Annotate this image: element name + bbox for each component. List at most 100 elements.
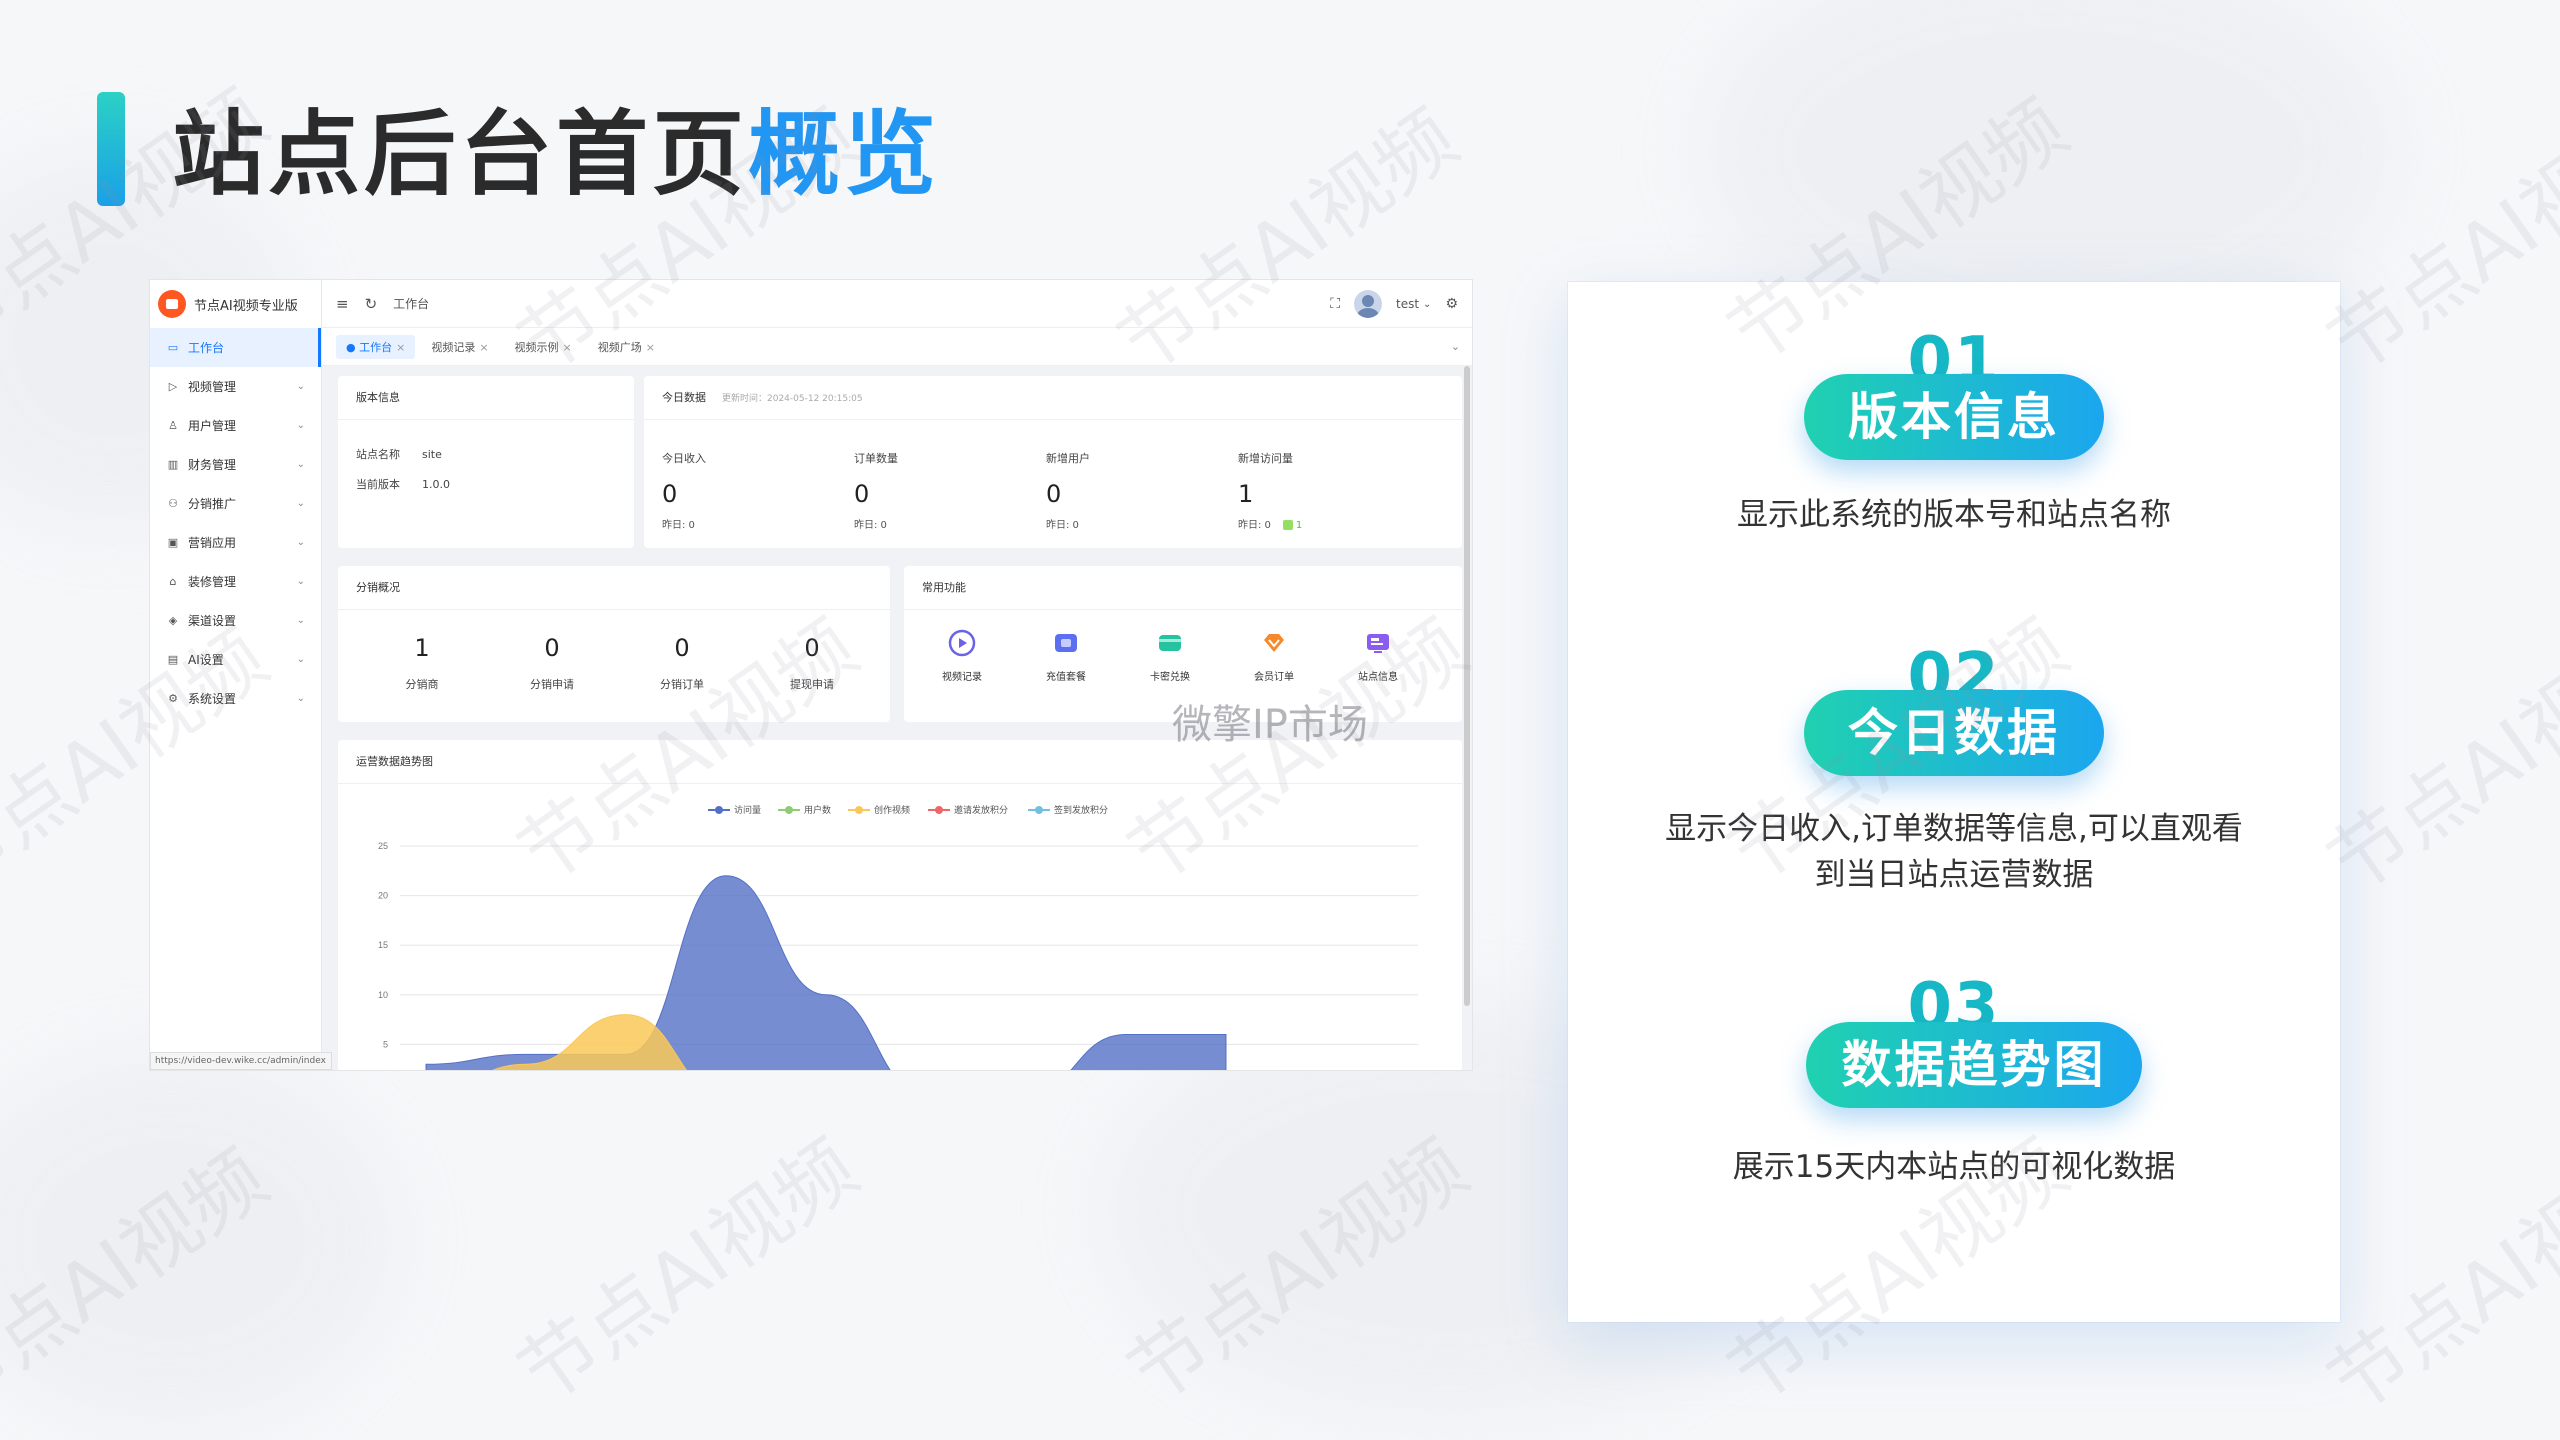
- dist-item[interactable]: 0 分销订单: [622, 634, 742, 692]
- sidebar-item-label: 财务管理: [188, 458, 237, 472]
- tab-video-examples[interactable]: 视频示例 ×: [505, 335, 582, 359]
- brand[interactable]: 节点AI视频专业版: [150, 280, 321, 328]
- sidebar-item-channel[interactable]: ◈ 渠道设置 ⌄: [150, 601, 321, 640]
- svg-text:邀请发放积分: 邀请发放积分: [954, 804, 1008, 815]
- fullscreen-icon[interactable]: ⛶: [1330, 296, 1340, 312]
- update-time: 更新时间：2024-05-12 20:15:05: [722, 394, 863, 404]
- close-icon[interactable]: ×: [479, 341, 488, 354]
- dist-item[interactable]: 0 分销申请: [492, 634, 612, 692]
- version-label: 当前版本: [356, 478, 400, 491]
- tab-workbench[interactable]: ● 工作台 ×: [336, 334, 416, 359]
- func-site-info[interactable]: 站点信息: [1338, 628, 1418, 683]
- sidebar-item-system[interactable]: ⚙ 系统设置 ⌄: [150, 679, 321, 718]
- video-icon: ▷: [168, 380, 178, 393]
- legend-item[interactable]: 签到发放积分: [1028, 804, 1108, 815]
- menu-toggle-icon[interactable]: ≡: [336, 295, 349, 313]
- center-watermark: 微擎IP市场: [1172, 702, 1368, 748]
- sidebar-item-label: 渠道设置: [188, 614, 237, 628]
- stat-value: 0: [662, 480, 678, 508]
- dist-label: 分销订单: [660, 678, 704, 691]
- func-recharge-package[interactable]: 充值套餐: [1026, 628, 1106, 683]
- close-icon[interactable]: ×: [646, 341, 655, 354]
- common-functions-title: 常用功能: [904, 566, 1462, 610]
- svg-text:签到发放积分: 签到发放积分: [1054, 804, 1108, 815]
- dist-value: 0: [544, 634, 560, 662]
- sidebar-item-finance[interactable]: ▥ 财务管理 ⌄: [150, 445, 321, 484]
- sidebar-item-label: 用户管理: [188, 419, 237, 433]
- func-label: 站点信息: [1358, 672, 1398, 683]
- stat-yesterday: 昨日: 0: [1046, 520, 1079, 531]
- dist-value: 0: [674, 634, 690, 662]
- sidebar-item-distribution[interactable]: ⚇ 分销推广 ⌄: [150, 484, 321, 523]
- page-title-main: 站点后台首页: [172, 101, 749, 208]
- func-member-orders[interactable]: 会员订单: [1234, 628, 1314, 683]
- user-name[interactable]: test: [1396, 297, 1419, 311]
- func-label: 充值套餐: [1046, 672, 1086, 683]
- scrollbar[interactable]: [1464, 366, 1470, 1006]
- legend-item[interactable]: 用户数: [778, 804, 831, 815]
- y-tick-label: 5: [383, 1039, 388, 1049]
- legend-item[interactable]: 访问量: [708, 804, 761, 815]
- tabs-dropdown-icon[interactable]: ⌄: [1451, 340, 1460, 353]
- settings-icon[interactable]: ⚙: [1445, 296, 1458, 312]
- chevron-down-icon: ⌄: [296, 420, 305, 431]
- play-icon: [947, 628, 977, 658]
- stat-value: 1: [1238, 480, 1254, 508]
- chevron-down-icon: ⌄: [296, 498, 305, 509]
- feature-title-pill: 数据趋势图: [1806, 1022, 2142, 1108]
- sidebar-item-video[interactable]: ▷ 视频管理 ⌄: [150, 367, 321, 406]
- distribution-title: 分销概况: [338, 566, 890, 610]
- today-title: 今日数据: [662, 391, 706, 404]
- sidebar-item-decoration[interactable]: ⌂ 装修管理 ⌄: [150, 562, 321, 601]
- chevron-down-icon[interactable]: ⌄: [1423, 299, 1431, 310]
- dist-value: 1: [414, 634, 430, 662]
- ai-icon: ▤: [167, 653, 179, 666]
- admin-screenshot: 节点AI视频专业版 ▭ 工作台 ▷ 视频管理 ⌄ ♙ 用户管理 ⌄ ▥ 财务管理…: [150, 280, 1472, 1070]
- trend-chart-card: 运营数据趋势图 25 20 15 10 5 访问量 用户数 创作视频 邀请发放积分 签到发放积分: [338, 740, 1462, 1070]
- page-title: 站点后台首页概览: [172, 80, 940, 213]
- sidebar-item-user[interactable]: ♙ 用户管理 ⌄: [150, 406, 321, 445]
- sidebar-item-label: 营销应用: [188, 536, 237, 550]
- feature-title-pill: 版本信息: [1804, 374, 2104, 460]
- channel-icon: ◈: [168, 614, 178, 627]
- tab-label: 视频记录: [431, 340, 476, 354]
- y-tick-label: 15: [378, 940, 388, 950]
- y-tick-label: 25: [378, 841, 388, 851]
- func-card-redeem[interactable]: 卡密兑换: [1130, 628, 1210, 683]
- brand-name: 节点AI视频专业版: [194, 298, 298, 314]
- stat-label: 今日收入: [662, 452, 706, 465]
- feature-panel: 01 版本信息 显示此系统的版本号和站点名称 02 今日数据 显示今日收入,订单…: [1568, 282, 2340, 1322]
- refresh-icon[interactable]: ↻: [365, 295, 378, 313]
- chevron-down-icon: ⌄: [296, 459, 305, 470]
- version-card: 版本信息 站点名称 site 当前版本 1.0.0: [338, 376, 634, 548]
- sidebar-item-ai[interactable]: ▤ AI设置 ⌄: [150, 640, 321, 679]
- topbar: ≡ ↻ 工作台 ⛶ test ⌄ ⚙: [322, 280, 1472, 328]
- tab-video-records[interactable]: 视频记录 ×: [421, 335, 498, 359]
- site-name-label: 站点名称: [356, 448, 400, 461]
- close-icon[interactable]: ×: [563, 341, 572, 354]
- watermark: 节点AI视频: [503, 1123, 874, 1420]
- func-video-records[interactable]: 视频记录: [922, 628, 1002, 683]
- close-icon[interactable]: ×: [396, 341, 405, 354]
- chevron-down-icon: ⌄: [296, 693, 305, 704]
- legend-item[interactable]: 邀请发放积分: [928, 804, 1008, 815]
- avatar[interactable]: [1354, 290, 1382, 318]
- dist-item[interactable]: 0 提现申请: [752, 634, 872, 692]
- dist-item[interactable]: 1 分销商: [362, 634, 482, 692]
- svg-text:用户数: 用户数: [804, 804, 831, 815]
- sidebar-item-workbench[interactable]: ▭ 工作台: [150, 328, 321, 367]
- page-title-highlight: 概览: [748, 101, 941, 208]
- legend-item[interactable]: 创作视频: [848, 804, 910, 815]
- sidebar-item-marketing[interactable]: ▣ 营销应用 ⌄: [150, 523, 321, 562]
- watermark: 节点AI视频: [2313, 613, 2560, 910]
- stat-label: 新增访问量: [1238, 452, 1293, 465]
- today-data-title: 今日数据 更新时间：2024-05-12 20:15:05: [644, 376, 1462, 420]
- func-label: 会员订单: [1254, 672, 1294, 683]
- stat-yesterday: 昨日: 0: [662, 520, 695, 531]
- chevron-down-icon: ⌄: [296, 615, 305, 626]
- tab-video-square[interactable]: 视频广场 ×: [588, 335, 665, 359]
- dist-label: 分销商: [405, 678, 439, 691]
- status-url: https://video-dev.wike.cc/admin/index: [150, 1052, 332, 1070]
- tab-label: 工作台: [359, 340, 393, 354]
- stat-yesterday: 昨日: 0: [854, 520, 887, 531]
